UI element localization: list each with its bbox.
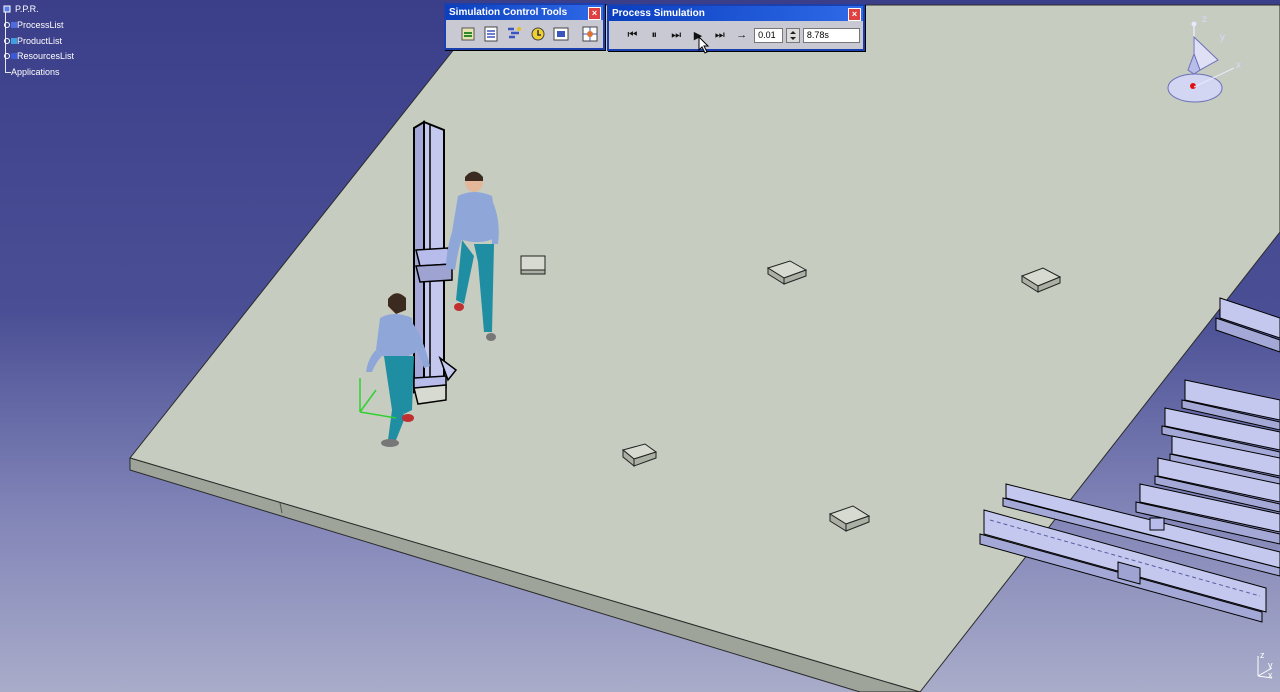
corner-axis-z-label: z <box>1260 650 1265 660</box>
clash-detection-icon[interactable] <box>528 24 547 44</box>
tree-item-label: ResourcesList <box>17 51 75 61</box>
step-size-field[interactable]: 0.01 <box>754 27 783 43</box>
gantt-chart-icon[interactable] <box>505 24 524 44</box>
tree-root-label: P.P.R. <box>15 4 39 14</box>
process-simulation-toolbar[interactable]: Process Simulation × ⏮ ⏸ ⏭ ▶ ⏭ → 0.01 8.… <box>607 4 865 51</box>
tree-item-label: ProductList <box>17 36 63 46</box>
compass-z-label: z <box>1202 14 1207 25</box>
step-arrow-icon: → <box>736 29 748 41</box>
compass-widget[interactable]: z y x <box>1160 12 1250 112</box>
time-display-field[interactable]: 8.78s <box>802 27 860 43</box>
close-icon[interactable]: × <box>588 7 601 20</box>
simulation-step-icon[interactable] <box>458 24 477 44</box>
settings-grid-icon[interactable] <box>581 24 600 44</box>
tree-item-applications[interactable]: Applications <box>11 67 60 77</box>
tree-root[interactable]: P.P.R. <box>2 4 39 14</box>
compass-y-label: y <box>1220 32 1225 43</box>
corner-axis-indicator: z y x <box>1250 650 1276 682</box>
corner-axis-x-label: x <box>1268 670 1273 680</box>
simulation-list-icon[interactable] <box>481 24 500 44</box>
tree-root-icon <box>2 4 12 14</box>
product-list-icon <box>4 36 17 46</box>
compass-x-label: x <box>1236 60 1241 71</box>
3d-viewport[interactable] <box>0 0 1280 692</box>
step-size-spinner[interactable] <box>785 27 800 43</box>
process-list-icon <box>4 20 17 30</box>
resources-list-icon <box>4 51 17 61</box>
simulation-control-tools-toolbar[interactable]: Simulation Control Tools × <box>444 3 605 50</box>
tree-item-productlist[interactable]: ProductList <box>4 36 62 46</box>
steel-beam[interactable] <box>1215 297 1280 353</box>
close-icon[interactable]: × <box>848 8 861 21</box>
factory-floor <box>129 4 1280 692</box>
trace-icon[interactable] <box>551 24 570 44</box>
specification-tree: P.P.R. ProcessList ProductList Resources… <box>0 0 140 90</box>
fast-forward-button[interactable]: ⏭ <box>710 26 729 44</box>
tree-item-label: Applications <box>11 67 60 77</box>
toolbar-title: Simulation Control Tools × <box>446 5 603 20</box>
tree-item-label: ProcessList <box>17 20 64 30</box>
floor-pad <box>520 255 546 275</box>
tree-item-resourceslist[interactable]: ResourcesList <box>4 51 74 61</box>
step-forward-button[interactable]: ⏭ <box>667 26 686 44</box>
rewind-button[interactable]: ⏮ <box>623 26 642 44</box>
mouse-cursor-icon <box>698 36 710 54</box>
toolbar-title: Process Simulation × <box>609 6 863 21</box>
pause-button[interactable]: ⏸ <box>645 26 664 44</box>
corner-axis-y-label: y <box>1268 660 1273 670</box>
tree-item-processlist[interactable]: ProcessList <box>4 20 64 30</box>
